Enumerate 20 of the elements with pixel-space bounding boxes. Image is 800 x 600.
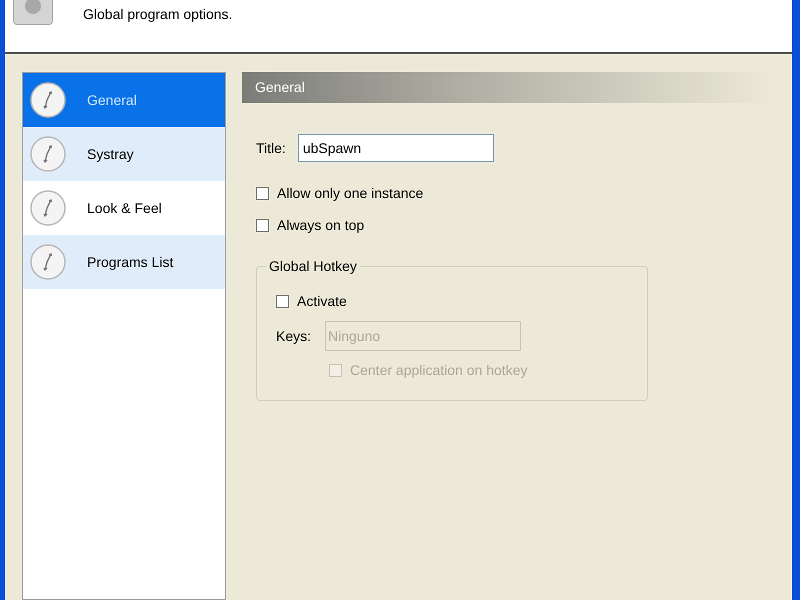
field-label: Keys:	[276, 326, 312, 346]
checkbox[interactable]	[256, 218, 269, 232]
checkbox-label: Center application on hotkey	[350, 360, 528, 380]
checkbox[interactable]	[276, 294, 289, 308]
field-label: Title:	[256, 138, 286, 158]
header-subtitle: Global program options.	[83, 5, 232, 24]
gauge-icon	[29, 135, 67, 173]
gauge-icon	[29, 81, 67, 119]
checkbox-label: Activate	[297, 292, 347, 310]
checkbox-label: Always on top	[277, 216, 364, 235]
gauge-icon	[29, 189, 67, 227]
checkbox-label: Allow only one instance	[277, 184, 424, 203]
title-input-field[interactable]: ubSpawn	[298, 134, 494, 162]
app-icon	[13, 0, 53, 25]
sidebar-item[interactable]: Programs List	[23, 235, 225, 289]
sidebar-item[interactable]: General	[23, 73, 225, 127]
sidebar-item[interactable]: Systray	[23, 127, 225, 181]
group-legend: Global Hotkey	[266, 256, 360, 277]
gauge-icon	[29, 243, 67, 281]
checkbox[interactable]	[256, 186, 269, 200]
